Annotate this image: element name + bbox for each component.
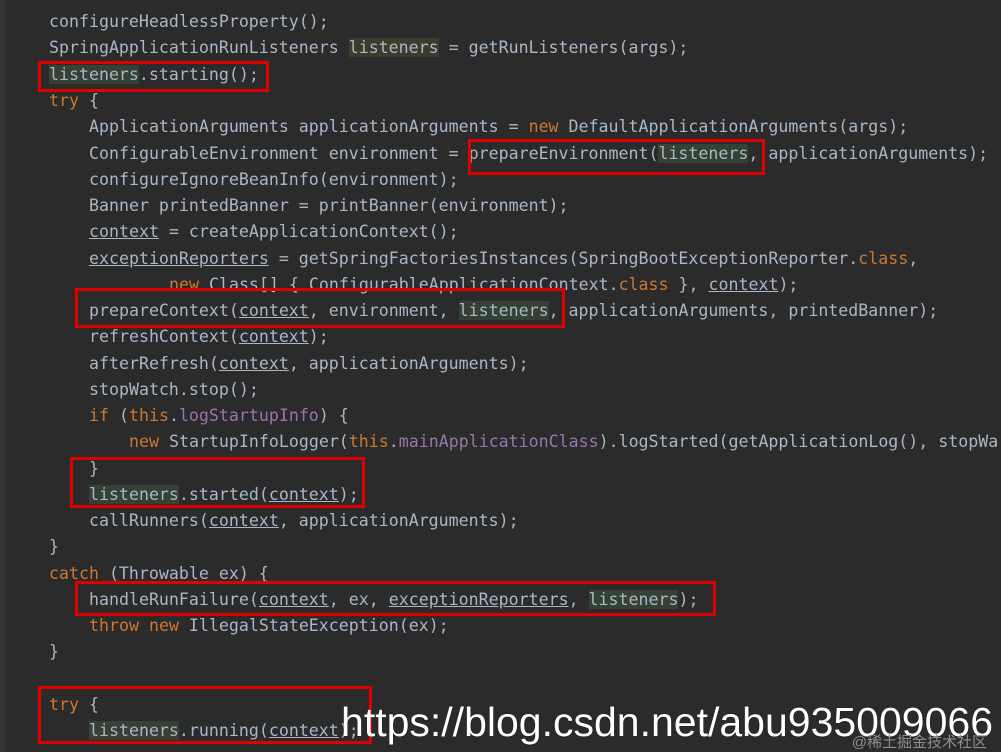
watermark-small: @稀土掘金技术社区 <box>851 734 987 751</box>
code-token: } <box>49 537 59 556</box>
code-token: ( <box>108 406 129 425</box>
code-token: context <box>208 511 279 530</box>
code-token: class <box>618 275 669 294</box>
code-line[interactable]: configureHeadlessProperty(); <box>49 9 329 35</box>
code-token: , applicationArguments); <box>278 511 519 530</box>
code-token: callRunners( <box>89 511 209 530</box>
code-token: ) { <box>318 406 349 425</box>
code-token: this <box>348 432 389 451</box>
code-token: IllegalStateException(ex); <box>178 616 449 635</box>
code-token: class <box>858 249 909 268</box>
editor-gutter <box>0 0 6 752</box>
code-token: = createApplicationContext(); <box>158 222 459 241</box>
code-token: . <box>388 432 399 451</box>
code-token: ); <box>778 275 799 294</box>
code-line[interactable]: Banner printedBanner = printBanner(envir… <box>89 193 569 219</box>
code-line[interactable]: afterRefresh(context, applicationArgumen… <box>89 351 529 377</box>
code-token: if <box>89 406 109 425</box>
code-token: { <box>78 91 99 110</box>
code-token: , applicationArguments, printedBanner); <box>548 301 939 320</box>
highlight-box-prepare-context <box>75 288 565 328</box>
code-line[interactable]: } <box>49 534 59 560</box>
code-line[interactable]: SpringApplicationRunListeners listeners … <box>49 35 688 61</box>
code-token: StartupInfoLogger( <box>158 432 349 451</box>
code-line[interactable]: exceptionReporters = getSpringFactoriesI… <box>89 246 918 272</box>
code-token: ApplicationArguments applicationArgument… <box>89 117 529 136</box>
code-token: ); <box>308 327 329 346</box>
code-line[interactable]: throw new IllegalStateException(ex); <box>89 613 449 639</box>
code-line[interactable]: ApplicationArguments applicationArgument… <box>89 114 908 140</box>
code-token: context <box>708 275 779 294</box>
code-token: context <box>238 327 309 346</box>
code-token: context <box>218 354 289 373</box>
code-token: this <box>128 406 169 425</box>
code-line[interactable]: context = createApplicationContext(); <box>89 219 459 245</box>
code-token: configureIgnoreBeanInfo(environment); <box>89 170 459 189</box>
code-token: SpringApplicationRunListeners <box>49 38 349 57</box>
code-token: DefaultApplicationArguments(args); <box>558 117 909 136</box>
code-token: Banner printedBanner = printBanner(envir… <box>89 196 569 215</box>
code-token: new <box>528 117 559 136</box>
code-token: } <box>49 642 59 661</box>
code-token: new <box>148 616 179 635</box>
code-line[interactable]: } <box>49 639 59 665</box>
code-token: exceptionReporters <box>89 249 269 268</box>
code-token: throw <box>89 616 139 635</box>
code-line[interactable]: callRunners(context, applicationArgument… <box>89 508 519 534</box>
code-line[interactable]: configureIgnoreBeanInfo(environment); <box>89 167 459 193</box>
code-token: listeners <box>348 38 439 57</box>
code-token: refreshContext( <box>89 327 239 346</box>
code-token: , <box>908 249 919 268</box>
highlight-box-prepare-environment <box>468 139 765 175</box>
code-token: , applicationArguments); <box>748 144 989 163</box>
code-line[interactable]: new StartupInfoLogger(this.mainApplicati… <box>129 429 998 455</box>
code-token: context <box>89 222 159 241</box>
code-token: logStartupInfo <box>178 406 319 425</box>
code-token: (); <box>298 12 329 31</box>
highlight-box-listeners-starting <box>38 61 269 92</box>
code-token: ).logStarted(getApplicationLog(), stopWa <box>598 432 999 451</box>
code-token: mainApplicationClass <box>398 432 599 451</box>
code-token: new <box>129 432 159 451</box>
code-token: = getRunListeners(args); <box>438 38 689 57</box>
code-token: configureHeadlessProperty <box>49 12 299 31</box>
code-token: = getSpringFactoriesInstances(SpringBoot… <box>268 249 859 268</box>
highlight-box-listeners-running <box>38 686 372 744</box>
highlight-box-listeners-started <box>70 457 365 508</box>
code-token: . <box>168 406 179 425</box>
code-line[interactable]: if (this.logStartupInfo) { <box>89 403 349 429</box>
highlight-box-handle-run-failure <box>75 581 716 616</box>
code-token: stopWatch.stop(); <box>89 380 259 399</box>
code-line[interactable]: stopWatch.stop(); <box>89 377 259 403</box>
code-token: }, <box>668 275 709 294</box>
code-token: try <box>49 91 79 110</box>
code-token: , applicationArguments); <box>288 354 529 373</box>
code-editor[interactable]: configureHeadlessProperty(); SpringApplic… <box>0 0 1001 752</box>
code-token: afterRefresh( <box>89 354 219 373</box>
